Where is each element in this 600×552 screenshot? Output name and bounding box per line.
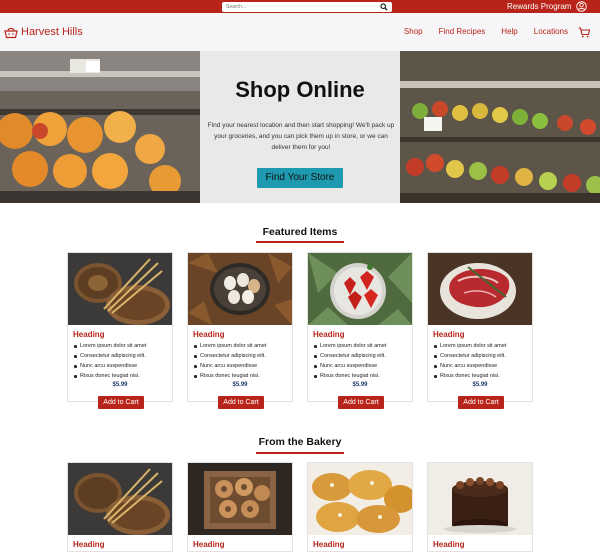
bakery-title: From the Bakery — [258, 436, 342, 448]
product-features: Lorem ipsum dolor sit amet Consectetur a… — [314, 341, 412, 381]
feature-item: Consectetur adipiscing elit. — [314, 351, 412, 361]
product-features: Lorem ipsum dolor sit amet Consectetur a… — [434, 341, 532, 381]
rewards-program-link[interactable]: Rewards Program — [507, 1, 571, 12]
product-heading: Heading — [433, 330, 465, 339]
product-card: Heading Lorem ipsum dolor sit amet Conse… — [187, 252, 293, 409]
feature-item: Lorem ipsum dolor sit amet — [434, 341, 532, 351]
hero-title: Shop Online — [235, 77, 365, 102]
featured-items-underline — [256, 241, 344, 243]
feature-item: Lorem ipsum dolor sit amet — [314, 341, 412, 351]
feature-item: Consectetur adipiscing elit. — [194, 351, 292, 361]
product-price: $5.99 — [232, 382, 248, 388]
feature-item: Nunc arcu suspendisse — [74, 361, 172, 371]
nav-link-find-recipes[interactable]: Find Recipes — [439, 26, 486, 38]
user-circle-icon[interactable] — [576, 1, 587, 12]
search-input[interactable] — [226, 3, 371, 11]
top-bar: Rewards Program — [0, 0, 600, 13]
feature-item: Risus donec teugiat nisi. — [194, 371, 292, 381]
find-your-store-button[interactable]: Find Your Store — [257, 168, 343, 188]
product-image-donuts[interactable] — [188, 463, 292, 535]
feature-item: Nunc arcu suspendisse — [194, 361, 292, 371]
nav-link-locations[interactable]: Locations — [534, 26, 568, 38]
bakery-card: Heading — [187, 462, 293, 552]
nav-link-help[interactable]: Help — [501, 26, 517, 38]
product-features: Lorem ipsum dolor sit amet Consectetur a… — [74, 341, 172, 381]
brand-name: Harvest Hills — [21, 26, 83, 38]
bakery-underline — [256, 452, 344, 454]
hero-description: Find your nearest location and then star… — [207, 122, 395, 151]
feature-item: Consectetur adipiscing elit. — [434, 351, 532, 361]
brand-logo[interactable]: Harvest Hills — [4, 25, 83, 39]
add-to-cart-button[interactable]: Add to Cart — [458, 396, 504, 409]
search-icon[interactable] — [380, 3, 388, 11]
bakery-card: Heading — [67, 462, 173, 552]
product-image-bread[interactable] — [68, 463, 172, 535]
feature-item: Lorem ipsum dolor sit amet — [74, 341, 172, 351]
product-image-strawberries[interactable] — [308, 253, 412, 325]
add-to-cart-button[interactable]: Add to Cart — [218, 396, 264, 409]
bakery-card: Heading — [307, 462, 413, 552]
feature-item: Risus donec teugiat nisi. — [74, 371, 172, 381]
hero-overlay-panel: Shop Online Find your nearest location a… — [200, 51, 400, 203]
product-image-pastries[interactable] — [308, 463, 412, 535]
basket-icon — [4, 27, 18, 38]
feature-item: Nunc arcu suspendisse — [434, 361, 532, 371]
product-image-steak[interactable] — [428, 253, 532, 325]
featured-items-title: Featured Items — [262, 226, 338, 238]
product-features: Lorem ipsum dolor sit amet Consectetur a… — [194, 341, 292, 381]
main-nav: Harvest Hills Shop Find Recipes Help Loc… — [0, 13, 600, 51]
product-image-eggs[interactable] — [188, 253, 292, 325]
feature-item: Lorem ipsum dolor sit amet — [194, 341, 292, 351]
product-image-bread[interactable] — [68, 253, 172, 325]
feature-item: Nunc arcu suspendisse — [314, 361, 412, 371]
cart-icon[interactable] — [578, 27, 590, 38]
product-heading: Heading — [73, 330, 105, 339]
hero-banner: Shop Online Find your nearest location a… — [0, 51, 600, 203]
product-card: Heading Lorem ipsum dolor sit amet Conse… — [307, 252, 413, 409]
bakery-card: Heading — [427, 462, 533, 552]
add-to-cart-button[interactable]: Add to Cart — [98, 396, 144, 409]
nav-link-shop[interactable]: Shop — [404, 26, 423, 38]
product-heading: Heading — [313, 330, 345, 339]
feature-item: Risus donec teugiat nisi. — [314, 371, 412, 381]
add-to-cart-button[interactable]: Add to Cart — [338, 396, 384, 409]
product-card: Heading Lorem ipsum dolor sit amet Conse… — [67, 252, 173, 409]
feature-item: Consectetur adipiscing elit. — [74, 351, 172, 361]
product-price: $5.99 — [352, 382, 368, 388]
product-price: $5.99 — [472, 382, 488, 388]
product-image-chocolate-cake[interactable] — [428, 463, 532, 535]
search-box[interactable] — [222, 2, 392, 12]
nav-links: Shop Find Recipes Help Locations — [388, 26, 568, 38]
product-price: $5.99 — [112, 382, 128, 388]
product-heading: Heading — [193, 330, 225, 339]
product-card: Heading Lorem ipsum dolor sit amet Conse… — [427, 252, 533, 409]
feature-item: Risus donec teugiat nisi. — [434, 371, 532, 381]
